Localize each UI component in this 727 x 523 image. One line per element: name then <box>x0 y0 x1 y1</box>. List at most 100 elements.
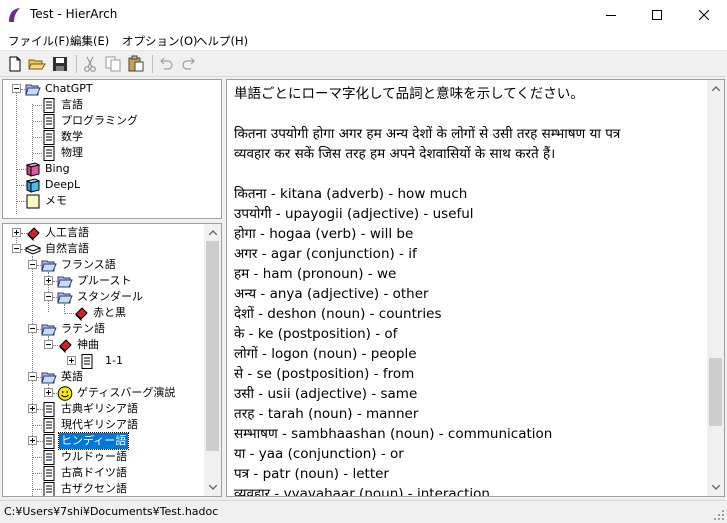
editor-content[interactable]: 単語ごとにローマ字化して品詞と意味を示してください。 कितना उपयोगी … <box>234 84 704 497</box>
document-icon <box>81 354 93 369</box>
chevron-down-icon <box>208 485 217 490</box>
maximize-icon <box>652 10 662 20</box>
tree-bottom-pane[interactable]: 人工言語 自然言語 フランス語 プルースト スタンダール 赤と黒 ラテン語 神曲… <box>2 223 222 497</box>
open-folder-icon <box>25 84 41 96</box>
paste-icon[interactable] <box>127 55 145 73</box>
tree-node-french[interactable]: フランス語 <box>3 257 203 273</box>
scroll-down-button[interactable] <box>204 479 221 496</box>
collapse-toggle[interactable] <box>44 340 53 349</box>
document-icon <box>43 130 55 145</box>
expand-toggle[interactable] <box>12 228 21 237</box>
tree-node-hindi[interactable]: ヒンディー語 <box>3 432 203 450</box>
open-folder-icon <box>41 372 57 384</box>
tree-node-physics[interactable]: 物理 <box>3 145 203 161</box>
collapse-toggle[interactable] <box>44 292 53 301</box>
tree-node-label: フランス語 <box>61 258 116 271</box>
book-icon <box>25 162 41 177</box>
open-folder-icon <box>41 324 57 336</box>
collapse-toggle[interactable] <box>28 324 37 333</box>
tree-node-old-saxon[interactable]: 古ザクセン語 <box>3 481 203 496</box>
new-document-icon[interactable] <box>6 55 24 73</box>
document-icon <box>43 402 55 417</box>
editor-line: देशों - deshon (noun) - countries <box>234 306 442 322</box>
document-icon <box>43 434 55 449</box>
scroll-thumb[interactable] <box>206 241 219 451</box>
menu-edit[interactable]: 編集(E) <box>70 33 109 49</box>
minimize-button[interactable] <box>588 0 634 30</box>
expand-toggle[interactable] <box>28 404 37 413</box>
tree-node-programming[interactable]: プログラミング <box>3 113 203 129</box>
tree-node-english[interactable]: 英語 <box>3 369 203 385</box>
tree-node-divine-comedy[interactable]: 神曲 <box>3 337 203 353</box>
editor-line: 単語ごとにローマ字化して品詞と意味を示してください。 <box>234 86 584 102</box>
toolbar-separator <box>152 55 153 73</box>
undo-icon[interactable] <box>157 55 175 73</box>
tree-node-natural-languages[interactable]: 自然言語 <box>3 241 203 257</box>
tree-node-1-1[interactable]: 1-1 <box>3 353 203 369</box>
cut-icon[interactable] <box>81 55 99 73</box>
document-icon <box>43 466 55 481</box>
scroll-up-button[interactable] <box>707 80 724 97</box>
scroll-down-button[interactable] <box>707 479 724 496</box>
collapse-toggle[interactable] <box>28 260 37 269</box>
editor-scrollbar[interactable] <box>707 80 724 496</box>
collapse-toggle[interactable] <box>28 372 37 381</box>
save-icon[interactable] <box>51 55 69 73</box>
tree-node-modern-greek[interactable]: 現代ギリシア語 <box>3 417 203 433</box>
tree-node-red-and-black[interactable]: 赤と黒 <box>3 305 203 321</box>
scroll-up-button[interactable] <box>204 224 221 241</box>
text-editor[interactable]: 単語ごとにローマ字化して品詞と意味を示してください。 कितना उपयोगी … <box>226 79 725 497</box>
document-icon <box>43 482 55 496</box>
tree-node-label: 言語 <box>61 98 83 111</box>
expand-toggle[interactable] <box>44 388 53 397</box>
menu-bar: ファイル(F) 編集(E) オプション(O) ヘルプ(H) <box>0 30 727 51</box>
tree-node-label: 数学 <box>61 130 83 143</box>
expand-toggle[interactable] <box>44 276 53 285</box>
editor-line: के - ke (postposition) - of <box>234 326 398 342</box>
tree-node-gettysburg-address[interactable]: ゲティスバーグ演説 <box>3 385 203 401</box>
editor-line: व्यवहार - vyavahaar (noun) - interaction <box>234 486 490 497</box>
tree-node-memo[interactable]: メモ <box>3 193 203 209</box>
editor-line: उपयोगी - upayogii (adjective) - useful <box>234 206 474 222</box>
tree-node-language[interactable]: 言語 <box>3 97 203 113</box>
resize-grip-icon[interactable] <box>713 509 725 521</box>
open-folder-icon <box>57 276 73 288</box>
tree-node-old-high-german[interactable]: 古高ドイツ語 <box>3 465 203 481</box>
collapse-toggle[interactable] <box>12 244 21 253</box>
document-icon <box>43 114 55 129</box>
tree-node-classical-greek[interactable]: 古典ギリシア語 <box>3 401 203 417</box>
tree-node-artificial-languages[interactable]: 人工言語 <box>3 225 203 241</box>
tree-node-label: ChatGPT <box>45 82 93 95</box>
tree-node-latin[interactable]: ラテン語 <box>3 321 203 337</box>
tree-node-deepl[interactable]: DeepL <box>3 177 203 193</box>
tree-node-bing[interactable]: Bing <box>3 161 203 177</box>
red-book-icon <box>75 307 88 321</box>
copy-icon[interactable] <box>104 55 122 73</box>
menu-help[interactable]: ヘルプ(H) <box>196 33 248 49</box>
tree-scrollbar[interactable] <box>204 224 221 496</box>
maximize-button[interactable] <box>634 0 680 30</box>
tree-node-chatgpt[interactable]: ChatGPT <box>3 81 203 97</box>
file-path: C:¥Users¥7shi¥Documents¥Test.hadoc <box>4 505 219 518</box>
tree-node-proust[interactable]: プルースト <box>3 273 203 289</box>
menu-options[interactable]: オプション(O) <box>122 33 198 49</box>
tree-node-stendhal[interactable]: スタンダール <box>3 289 203 305</box>
tree-top-pane[interactable]: ChatGPT 言語 プログラミング 数学 物理 Bing DeepL メモ <box>2 79 222 219</box>
scroll-thumb[interactable] <box>709 358 722 426</box>
tree-node-label: ラテン語 <box>61 322 105 335</box>
chevron-up-icon <box>711 86 720 91</box>
tree-node-math[interactable]: 数学 <box>3 129 203 145</box>
collapse-toggle[interactable] <box>12 84 21 93</box>
tree-node-urdu[interactable]: ウルドゥー語 <box>3 449 203 465</box>
open-folder-icon[interactable] <box>28 55 46 73</box>
open-folder-icon <box>41 260 57 272</box>
tree-node-label: スタンダール <box>77 290 143 303</box>
expand-toggle[interactable] <box>28 436 37 445</box>
close-button[interactable] <box>681 0 727 30</box>
tree-node-label: 自然言語 <box>45 242 89 255</box>
window-title: Test - HierArch <box>30 7 118 21</box>
menu-file[interactable]: ファイル(F) <box>8 33 70 49</box>
expand-toggle[interactable] <box>67 356 76 365</box>
redo-icon[interactable] <box>180 55 198 73</box>
editor-line: सम्भाषण - sambhaashan (noun) - communica… <box>234 426 553 442</box>
